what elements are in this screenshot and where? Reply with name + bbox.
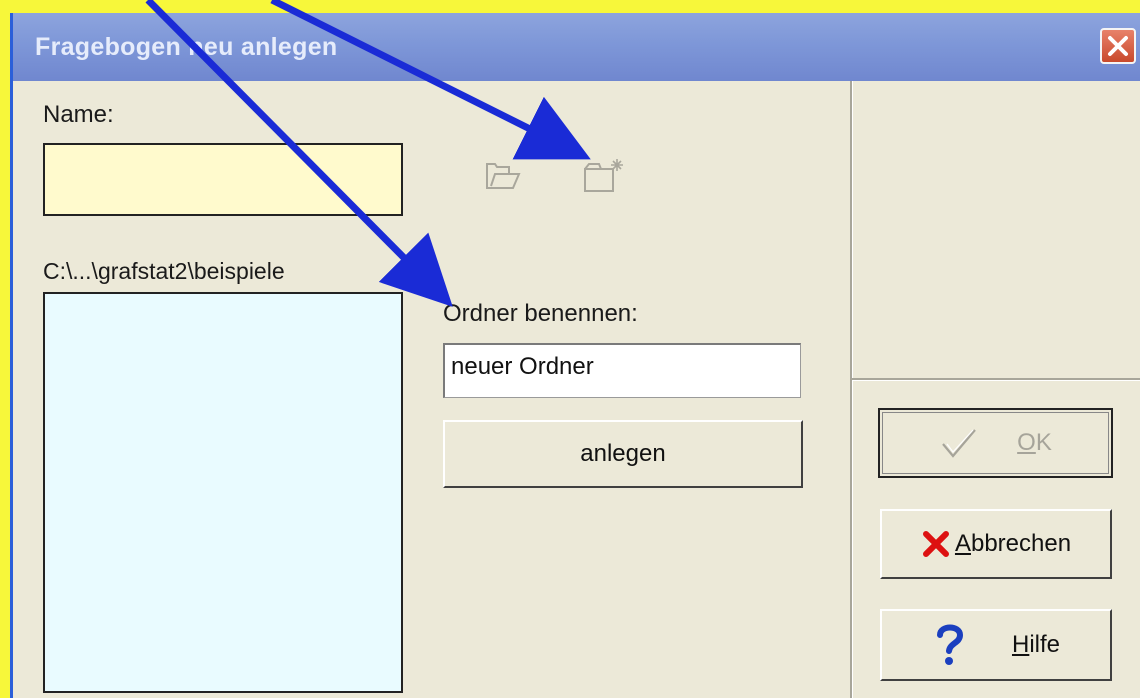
annotation-arrows xyxy=(145,0,591,307)
screenshot-stage: Fragebogen neu anlegen Name: C:\...\graf… xyxy=(0,0,1140,698)
arrow-to-new-folder xyxy=(270,0,591,160)
arrow-to-folder-label xyxy=(145,0,453,307)
